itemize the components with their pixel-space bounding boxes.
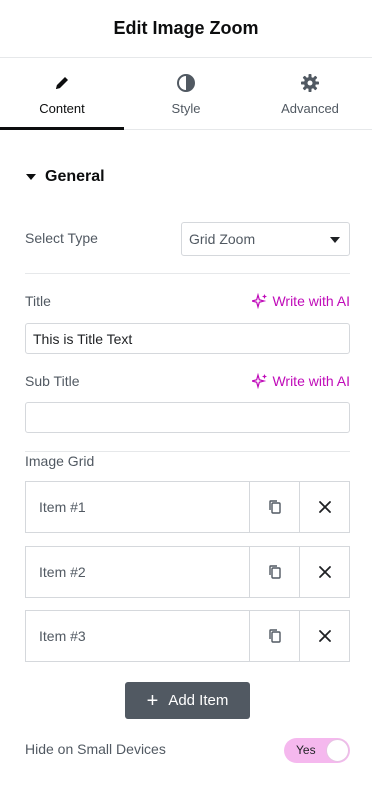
sub-title-input[interactable] [25, 402, 350, 433]
section-general-toggle[interactable]: General [26, 168, 105, 186]
toggle-state-text: Yes [296, 743, 316, 757]
hide-small-devices-toggle[interactable]: Yes [284, 738, 350, 763]
tab-style-label: Style [171, 101, 201, 116]
tab-advanced[interactable]: Advanced [248, 58, 372, 129]
contrast-icon [175, 72, 197, 94]
panel-tabs: Content Style Advanced [0, 58, 372, 130]
select-type-value: Grid Zoom [189, 231, 256, 247]
title-ai-label: Write with AI [272, 293, 350, 309]
repeater-item: Item #1 [25, 481, 350, 533]
pencil-icon [51, 72, 73, 94]
close-icon [318, 566, 331, 578]
hide-small-devices-label: Hide on Small Devices [25, 741, 166, 757]
close-icon [318, 630, 331, 642]
close-icon [318, 501, 331, 513]
caret-down-icon [330, 237, 340, 243]
remove-item-button[interactable] [299, 611, 349, 661]
copy-icon [268, 500, 281, 514]
repeater-item-title[interactable]: Item #3 [26, 611, 249, 661]
toggle-knob [326, 739, 349, 762]
duplicate-item-button[interactable] [249, 547, 299, 597]
sub-title-write-with-ai-button[interactable]: Write with AI [252, 373, 350, 389]
repeater-item: Item #3 [25, 610, 350, 662]
tab-content-label: Content [39, 101, 85, 116]
sparkle-icon [252, 293, 268, 309]
add-item-label: Add Item [168, 692, 229, 709]
caret-down-icon [26, 174, 36, 180]
tab-content[interactable]: Content [0, 58, 124, 130]
plus-icon: + [146, 689, 159, 712]
copy-icon [268, 629, 281, 643]
select-type-dropdown[interactable]: Grid Zoom [181, 222, 350, 256]
title-write-with-ai-button[interactable]: Write with AI [252, 293, 350, 309]
divider [25, 451, 350, 452]
image-grid-label: Image Grid [25, 453, 95, 469]
select-type-label: Select Type [25, 230, 98, 246]
copy-icon [268, 565, 281, 579]
title-input[interactable] [25, 323, 350, 354]
panel-title: Edit Image Zoom [113, 18, 259, 38]
repeater-item-title[interactable]: Item #1 [26, 482, 249, 532]
remove-item-button[interactable] [299, 547, 349, 597]
title-label: Title [25, 293, 51, 309]
section-title: General [45, 168, 105, 185]
duplicate-item-button[interactable] [249, 482, 299, 532]
sub-title-label: Sub Title [25, 373, 80, 389]
add-item-button[interactable]: + Add Item [125, 682, 250, 719]
divider [25, 273, 350, 274]
sub-title-ai-label: Write with AI [272, 373, 350, 389]
sparkle-icon [252, 373, 268, 389]
gear-icon [299, 72, 321, 94]
tab-style[interactable]: Style [124, 58, 248, 129]
remove-item-button[interactable] [299, 482, 349, 532]
tab-advanced-label: Advanced [281, 101, 339, 116]
panel-header: Edit Image Zoom [0, 0, 372, 58]
repeater-item: Item #2 [25, 546, 350, 598]
repeater-item-title[interactable]: Item #2 [26, 547, 249, 597]
duplicate-item-button[interactable] [249, 611, 299, 661]
